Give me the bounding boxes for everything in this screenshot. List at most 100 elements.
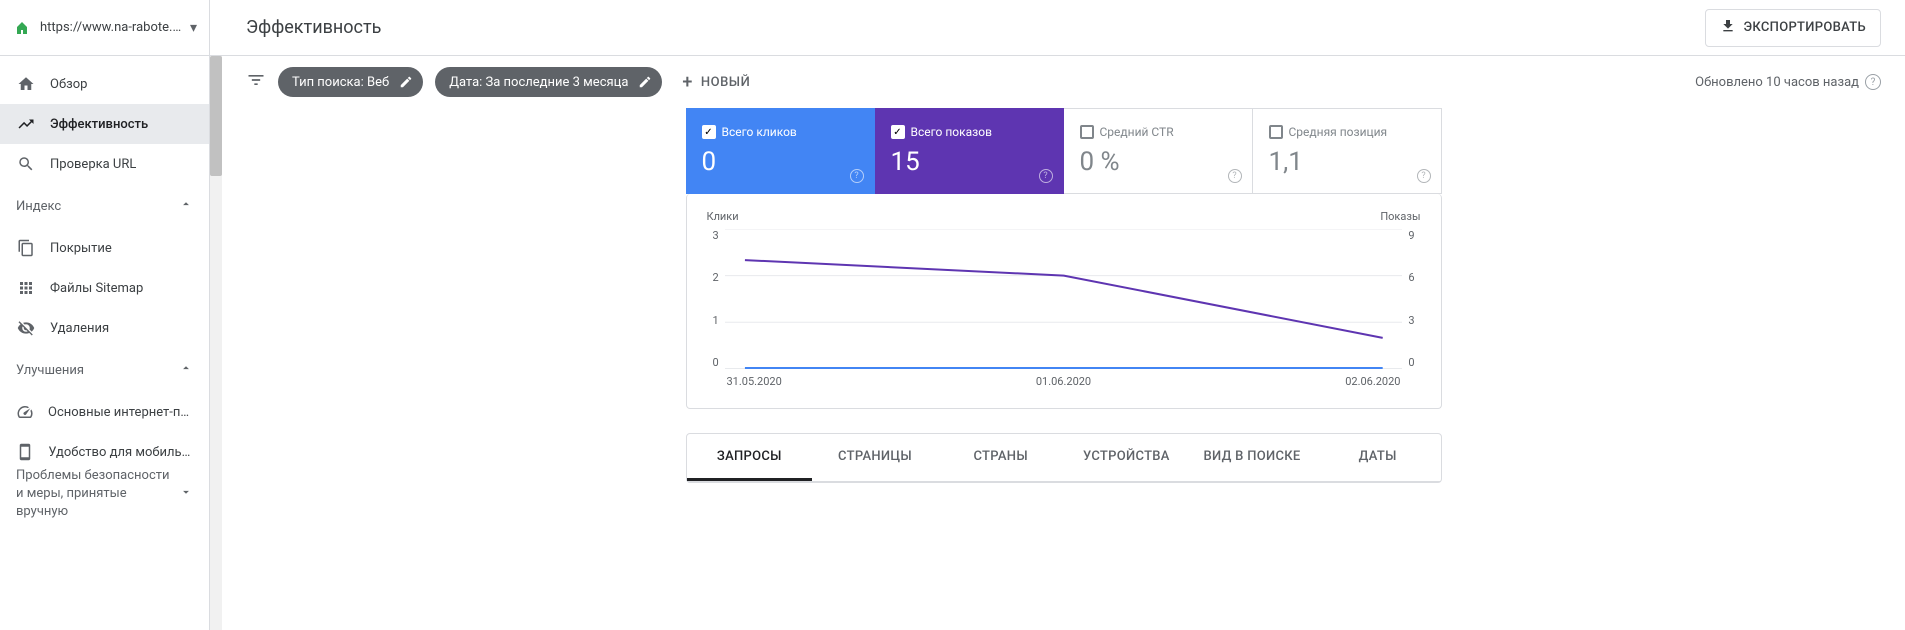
- filter-chip-search-type[interactable]: Тип поиска: Веб: [278, 67, 423, 97]
- nav-label: Проверка URL: [50, 157, 136, 172]
- nav-item-performance[interactable]: Эффективность: [0, 104, 209, 144]
- tab-countries[interactable]: СТРАНЫ: [938, 434, 1064, 481]
- nav-section-index[interactable]: Индекс: [0, 184, 209, 228]
- checkbox-icon: [1080, 125, 1094, 139]
- tab-label: СТРАНИЦЫ: [838, 449, 912, 464]
- chart-card: Клики Показы 3 2 1 0: [686, 194, 1442, 409]
- tick: 31.05.2020: [727, 375, 782, 388]
- main-area: Эффективность ЭКСПОРТИРОВАТЬ Тип поиска:…: [210, 0, 1905, 630]
- metric-value: 1,1: [1269, 147, 1425, 177]
- nav-item-coverage[interactable]: Покрытие: [0, 228, 209, 268]
- chevron-up-icon: [179, 361, 193, 379]
- add-filter-button[interactable]: + НОВЫЙ: [674, 72, 758, 93]
- filter-row: Тип поиска: Веб Дата: За последние 3 мес…: [210, 56, 1905, 108]
- filter-icon[interactable]: [246, 70, 266, 94]
- metric-value: 0: [702, 147, 858, 177]
- metric-value: 0 %: [1080, 147, 1236, 177]
- export-button[interactable]: ЭКСПОРТИРОВАТЬ: [1705, 9, 1881, 47]
- tab-label: ДАТЫ: [1359, 449, 1397, 464]
- checkbox-icon: [1269, 125, 1283, 139]
- tab-pages[interactable]: СТРАНИЦЫ: [812, 434, 938, 481]
- checkbox-icon: [891, 125, 905, 139]
- sidebar-nav: Обзор Эффективность Проверка URL Индекс: [0, 56, 209, 630]
- dropdown-arrow-icon: ▾: [190, 20, 197, 36]
- page-header: Эффективность ЭКСПОРТИРОВАТЬ: [210, 0, 1905, 56]
- tick: 1: [713, 314, 719, 327]
- tab-label: ЗАПРОСЫ: [717, 449, 782, 464]
- metric-ctr[interactable]: Средний CTR 0 % ?: [1064, 108, 1253, 194]
- tick: 02.06.2020: [1345, 375, 1400, 388]
- tick: 3: [713, 229, 719, 242]
- tick: 0: [1408, 356, 1414, 369]
- property-url: https://www.na-rabote.by/: [40, 20, 182, 35]
- home-icon: [16, 74, 36, 94]
- metrics-row: Всего кликов 0 ? Всего показов 15 ?: [686, 108, 1442, 194]
- export-label: ЭКСПОРТИРОВАТЬ: [1744, 20, 1866, 35]
- tick: 2: [713, 271, 719, 284]
- tab-search-appearance[interactable]: ВИД В ПОИСКЕ: [1189, 434, 1315, 481]
- help-icon[interactable]: ?: [1865, 74, 1881, 90]
- trending-icon: [16, 114, 36, 134]
- chip-label: Дата: За последние 3 месяца: [449, 75, 628, 90]
- help-icon[interactable]: ?: [1039, 169, 1053, 183]
- nav-label: Покрытие: [50, 241, 112, 256]
- nav-section-label: Улучшения: [16, 363, 179, 378]
- tab-dates[interactable]: ДАТЫ: [1315, 434, 1441, 481]
- tab-label: ВИД В ПОИСКЕ: [1203, 449, 1300, 464]
- nav-label: Удаления: [50, 321, 109, 336]
- search-icon: [16, 154, 36, 174]
- metric-label: Средний CTR: [1100, 125, 1174, 139]
- chip-label: Тип поиска: Веб: [292, 75, 389, 90]
- nav-item-overview[interactable]: Обзор: [0, 64, 209, 104]
- metric-label: Всего показов: [911, 125, 992, 139]
- new-label: НОВЫЙ: [701, 75, 750, 90]
- chart-right-axis-label: Показы: [1380, 210, 1420, 223]
- help-icon[interactable]: ?: [1228, 169, 1242, 183]
- metric-impressions[interactable]: Всего показов 15 ?: [875, 108, 1064, 194]
- nav-item-url-inspect[interactable]: Проверка URL: [0, 144, 209, 184]
- nav-label: Удобство для мобильных: [48, 445, 193, 460]
- tab-devices[interactable]: УСТРОЙСТВА: [1064, 434, 1190, 481]
- nav-item-removals[interactable]: Удаления: [0, 308, 209, 348]
- tick: 3: [1408, 314, 1414, 327]
- speed-icon: [16, 402, 34, 422]
- edit-icon: [397, 73, 415, 91]
- scrollbar-track[interactable]: [210, 56, 222, 630]
- help-icon[interactable]: ?: [850, 169, 864, 183]
- visibility-off-icon: [16, 318, 36, 338]
- chart-left-ticks: 3 2 1 0: [707, 229, 725, 369]
- metric-position[interactable]: Средняя позиция 1,1 ?: [1253, 108, 1442, 194]
- tab-queries[interactable]: ЗАПРОСЫ: [687, 434, 813, 481]
- nav-section-enhancements[interactable]: Улучшения: [0, 348, 209, 392]
- nav-section-label: Индекс: [16, 199, 179, 214]
- chevron-down-icon: [179, 485, 193, 503]
- metric-label: Всего кликов: [722, 125, 797, 139]
- scrollbar-thumb[interactable]: [210, 56, 222, 176]
- sidebar: https://www.na-rabote.by/ ▾ Обзор Эффект…: [0, 0, 210, 630]
- filter-chip-date[interactable]: Дата: За последние 3 месяца: [435, 67, 662, 97]
- tick: 0: [713, 356, 719, 369]
- help-icon[interactable]: ?: [1417, 169, 1431, 183]
- nav-item-sitemaps[interactable]: Файлы Sitemap: [0, 268, 209, 308]
- nav-section-label: Проблемы безопасности и меры, принятые в…: [16, 467, 179, 522]
- nav-item-core-web-vitals[interactable]: Основные интернет-показ...: [0, 392, 209, 432]
- page-title: Эффективность: [246, 17, 381, 38]
- chart-left-axis-label: Клики: [707, 210, 739, 223]
- tabs-row: ЗАПРОСЫ СТРАНИЦЫ СТРАНЫ УСТРОЙСТВА ВИД В…: [687, 434, 1441, 482]
- nav-label: Файлы Sitemap: [50, 281, 143, 296]
- smartphone-icon: [16, 442, 34, 462]
- chevron-up-icon: [179, 197, 193, 215]
- property-selector[interactable]: https://www.na-rabote.by/ ▾: [0, 0, 209, 56]
- layers-icon: [16, 238, 36, 258]
- metric-clicks[interactable]: Всего кликов 0 ?: [686, 108, 875, 194]
- chart-plot[interactable]: [725, 229, 1403, 369]
- tab-label: СТРАНЫ: [973, 449, 1027, 464]
- checkbox-icon: [702, 125, 716, 139]
- updated-text: Обновлено 10 часов назад: [1695, 75, 1859, 90]
- nav-section-security[interactable]: Проблемы безопасности и меры, принятые в…: [0, 472, 209, 516]
- tick: 9: [1408, 229, 1414, 242]
- plus-icon: +: [682, 72, 693, 93]
- chart-x-ticks: 31.05.2020 01.06.2020 02.06.2020: [707, 375, 1421, 388]
- sitemap-icon: [16, 278, 36, 298]
- tab-label: УСТРОЙСТВА: [1083, 449, 1170, 464]
